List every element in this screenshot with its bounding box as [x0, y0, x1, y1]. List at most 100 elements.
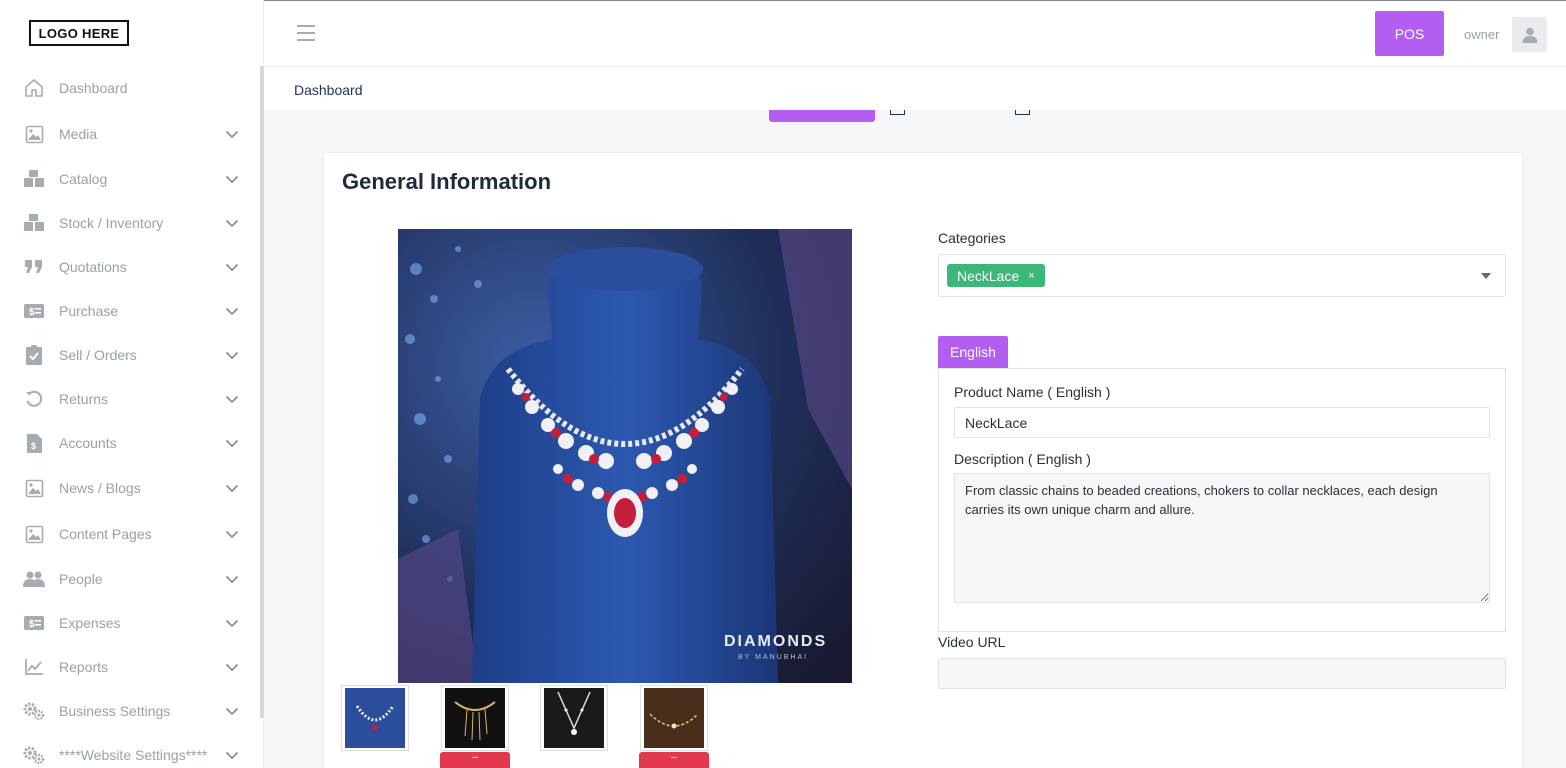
money-bill-icon: $	[23, 612, 45, 634]
svg-text:$: $	[29, 307, 35, 318]
tab-english[interactable]: English	[938, 336, 1008, 368]
chevron-down-icon[interactable]	[224, 526, 240, 542]
image-icon	[23, 123, 45, 145]
card-title: General Information	[342, 169, 552, 194]
chevron-down-icon[interactable]	[224, 703, 240, 719]
description-textarea[interactable]: From classic chains to beaded creations,…	[954, 473, 1490, 603]
chevron-down-icon[interactable]	[224, 659, 240, 675]
necklace-thumb-icon	[345, 688, 405, 748]
brand-logo[interactable]: LOGO HERE	[29, 20, 129, 46]
sidebar-item-quotations[interactable]: Quotations	[0, 247, 258, 287]
sidebar-item-reports[interactable]: Reports	[0, 647, 258, 687]
sidebar-item-dashboard[interactable]: Dashboard	[0, 68, 258, 108]
thumbnail-3[interactable]	[540, 685, 608, 751]
sidebar-item-label: Sell / Orders	[59, 347, 137, 363]
delete-thumbnail-4-button[interactable]: –	[639, 752, 709, 768]
boxes-icon	[23, 168, 45, 190]
sidebar-item-label: Returns	[59, 391, 109, 407]
sidebar-item-catalog[interactable]: Catalog	[0, 159, 258, 199]
chevron-down-icon[interactable]	[224, 126, 240, 142]
chevron-down-icon[interactable]	[224, 259, 240, 275]
sidebar-item-label: Media	[59, 126, 98, 142]
chevron-down-icon[interactable]	[224, 435, 240, 451]
necklace-thumb-icon	[644, 688, 704, 748]
sidebar-item-label: Catalog	[59, 171, 108, 187]
image-subcaption: BY MANUBHAI	[738, 654, 809, 661]
user-name[interactable]: owner	[1464, 27, 1499, 42]
chevron-down-icon[interactable]	[224, 171, 240, 187]
sidebar-item-news-blogs[interactable]: News / Blogs	[0, 468, 258, 508]
remove-chip-icon[interactable]: ×	[1028, 270, 1034, 282]
sidebar-scrollbar[interactable]	[260, 66, 264, 718]
sidebar-item-returns[interactable]: Returns	[0, 379, 258, 419]
sidebar-item-label: Content Pages	[59, 526, 152, 542]
sidebar-item-label: Dashboard	[59, 80, 128, 96]
svg-text:$: $	[31, 441, 36, 451]
chevron-down-icon[interactable]	[224, 615, 240, 631]
sidebar-item-label: News / Blogs	[59, 480, 141, 496]
sidebar-item-purchase[interactable]: $ Purchase	[0, 291, 258, 331]
sidebar-item-content-pages[interactable]: Content Pages	[0, 514, 258, 554]
sidebar-item-business-settings[interactable]: Business Settings	[0, 691, 258, 731]
product-name-label: Product Name ( English )	[954, 384, 1111, 400]
sidebar-item-people[interactable]: People	[0, 559, 258, 599]
thumbnail-4[interactable]	[640, 685, 708, 751]
menu-toggle-icon[interactable]	[297, 25, 317, 43]
categories-label: Categories	[938, 230, 1006, 246]
quote-icon	[23, 256, 45, 278]
category-chip-label: NeckLace	[957, 267, 1020, 284]
language-panel: Product Name ( English ) Description ( E…	[938, 368, 1506, 632]
sidebar-item-website-settings[interactable]: ****Website Settings****	[0, 735, 258, 768]
sidebar-item-stock-inventory[interactable]: Stock / Inventory	[0, 203, 258, 243]
necklace-image	[398, 229, 852, 683]
step-tab-icon[interactable]	[890, 110, 905, 115]
boxes-icon	[23, 212, 45, 234]
pos-button[interactable]: POS	[1375, 11, 1444, 56]
breadcrumb[interactable]: Dashboard	[294, 82, 363, 98]
sidebar-item-label: Business Settings	[59, 703, 171, 719]
clipboard-check-icon	[23, 344, 45, 366]
chevron-down-icon[interactable]	[224, 391, 240, 407]
users-icon	[23, 568, 45, 590]
svg-text:$: $	[29, 619, 35, 630]
image-caption: DIAMONDS	[724, 633, 828, 650]
categories-select[interactable]: NeckLace ×	[938, 254, 1506, 297]
caret-down-icon[interactable]	[1481, 273, 1491, 279]
money-bill-icon: $	[23, 300, 45, 322]
avatar[interactable]	[1512, 17, 1547, 52]
gears-icon	[23, 744, 45, 766]
delete-thumbnail-2-button[interactable]: –	[440, 752, 510, 768]
video-url-label: Video URL	[938, 634, 1006, 650]
chevron-down-icon[interactable]	[224, 215, 240, 231]
topbar: POS owner	[264, 0, 1566, 67]
user-icon	[1522, 27, 1537, 43]
image-icon	[23, 477, 45, 499]
sidebar-item-label: Expenses	[59, 615, 121, 631]
sidebar-item-label: ****Website Settings****	[59, 747, 208, 763]
chevron-down-icon[interactable]	[224, 303, 240, 319]
video-url-input[interactable]	[938, 658, 1506, 689]
main-product-image[interactable]: DIAMONDS BY MANUBHAI	[398, 229, 852, 683]
sidebar-item-sell-orders[interactable]: Sell / Orders	[0, 335, 258, 375]
sidebar-item-media[interactable]: Media	[0, 114, 258, 154]
sidebar-item-label: Quotations	[59, 259, 127, 275]
sidebar-item-label: Purchase	[59, 303, 119, 319]
thumbnail-2[interactable]	[441, 685, 509, 751]
step-tab-active[interactable]	[769, 110, 875, 122]
sidebar-item-label: Accounts	[59, 435, 117, 451]
product-name-input[interactable]	[954, 407, 1490, 438]
chevron-down-icon[interactable]	[224, 480, 240, 496]
breadcrumb-bar: Dashboard	[264, 67, 1566, 110]
chevron-down-icon[interactable]	[224, 347, 240, 363]
thumbnail-1[interactable]	[341, 685, 409, 751]
step-tab-icon[interactable]	[1015, 110, 1030, 115]
chevron-down-icon[interactable]	[224, 571, 240, 587]
sidebar-item-label: People	[59, 571, 103, 587]
chevron-down-icon[interactable]	[224, 747, 240, 763]
undo-icon	[23, 388, 45, 410]
necklace-thumb-icon	[544, 688, 604, 748]
sidebar-item-accounts[interactable]: $ Accounts	[0, 423, 258, 463]
sidebar-item-label: Stock / Inventory	[59, 215, 164, 231]
sidebar-item-label: Reports	[59, 659, 109, 675]
sidebar-item-expenses[interactable]: $ Expenses	[0, 603, 258, 643]
